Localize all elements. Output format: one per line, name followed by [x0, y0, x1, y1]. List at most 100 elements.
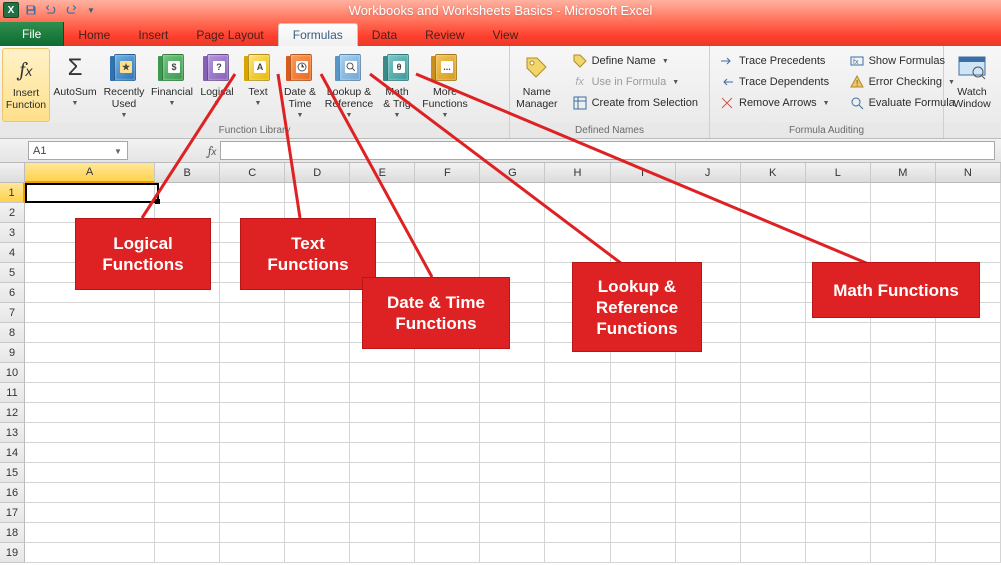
cell[interactable]: [415, 183, 480, 203]
cell[interactable]: [611, 383, 676, 403]
cell[interactable]: [936, 443, 1001, 463]
cell[interactable]: [741, 443, 806, 463]
cell[interactable]: [611, 323, 676, 343]
create-from-selection-item[interactable]: Create from Selection: [569, 94, 701, 112]
cell[interactable]: [480, 363, 545, 383]
cell[interactable]: [480, 483, 545, 503]
cell[interactable]: [285, 303, 350, 323]
cell[interactable]: [676, 263, 741, 283]
cell[interactable]: [741, 483, 806, 503]
cell[interactable]: [285, 263, 350, 283]
cell[interactable]: [480, 263, 545, 283]
cell[interactable]: [480, 463, 545, 483]
cell[interactable]: [741, 403, 806, 423]
cell[interactable]: [611, 343, 676, 363]
cell[interactable]: [155, 283, 220, 303]
cell[interactable]: [25, 223, 155, 243]
column-header[interactable]: E: [350, 163, 415, 183]
cell[interactable]: [25, 503, 155, 523]
cell[interactable]: [350, 223, 415, 243]
cell[interactable]: [806, 503, 871, 523]
cell[interactable]: [415, 363, 480, 383]
cell[interactable]: [871, 483, 936, 503]
column-header[interactable]: J: [676, 163, 741, 183]
cell[interactable]: [741, 283, 806, 303]
logical-button[interactable]: ? Logical ▼: [196, 48, 238, 122]
qat-customize-icon[interactable]: ▼: [83, 2, 99, 18]
cell[interactable]: [545, 363, 610, 383]
cell[interactable]: [25, 183, 155, 203]
cell[interactable]: [741, 543, 806, 563]
recently-used-button[interactable]: ★ Recently Used ▼: [100, 48, 148, 122]
cell[interactable]: [806, 323, 871, 343]
cell[interactable]: [220, 263, 285, 283]
cell[interactable]: [155, 303, 220, 323]
cell[interactable]: [545, 243, 610, 263]
cell[interactable]: [676, 443, 741, 463]
cell[interactable]: [415, 483, 480, 503]
cell[interactable]: [611, 503, 676, 523]
cell[interactable]: [285, 423, 350, 443]
cell[interactable]: [25, 523, 155, 543]
cell[interactable]: [155, 503, 220, 523]
cell[interactable]: [676, 343, 741, 363]
cell[interactable]: [545, 543, 610, 563]
cell[interactable]: [285, 203, 350, 223]
column-header[interactable]: M: [871, 163, 936, 183]
cell[interactable]: [806, 303, 871, 323]
cell[interactable]: [480, 423, 545, 443]
cell[interactable]: [415, 343, 480, 363]
cell[interactable]: [611, 243, 676, 263]
cell[interactable]: [220, 243, 285, 263]
cell[interactable]: [806, 363, 871, 383]
cell[interactable]: [611, 303, 676, 323]
cell[interactable]: [415, 203, 480, 223]
cell[interactable]: [806, 543, 871, 563]
cell[interactable]: [806, 483, 871, 503]
cell[interactable]: [741, 463, 806, 483]
cell[interactable]: [936, 203, 1001, 223]
cell[interactable]: [220, 443, 285, 463]
cell[interactable]: [676, 303, 741, 323]
cell[interactable]: [676, 383, 741, 403]
cell[interactable]: [220, 203, 285, 223]
cell[interactable]: [220, 223, 285, 243]
cell[interactable]: [415, 323, 480, 343]
cell[interactable]: [936, 463, 1001, 483]
cell[interactable]: [806, 403, 871, 423]
cell[interactable]: [350, 203, 415, 223]
cell[interactable]: [285, 483, 350, 503]
cell[interactable]: [25, 283, 155, 303]
cell[interactable]: [155, 323, 220, 343]
cell[interactable]: [155, 223, 220, 243]
cell[interactable]: [25, 263, 155, 283]
row-header[interactable]: 6: [0, 283, 25, 303]
column-header[interactable]: D: [285, 163, 350, 183]
cell[interactable]: [871, 343, 936, 363]
cells-area[interactable]: [25, 183, 1001, 563]
cell[interactable]: [415, 383, 480, 403]
insert-function-button[interactable]: fx Insert Function: [2, 48, 50, 122]
cell[interactable]: [350, 523, 415, 543]
cell[interactable]: [350, 383, 415, 403]
lookup-reference-button[interactable]: Lookup & Reference ▼: [323, 48, 375, 122]
cell[interactable]: [676, 403, 741, 423]
column-header[interactable]: H: [545, 163, 610, 183]
cell[interactable]: [806, 423, 871, 443]
cell[interactable]: [936, 403, 1001, 423]
cell[interactable]: [676, 183, 741, 203]
cell[interactable]: [285, 503, 350, 523]
cell[interactable]: [741, 303, 806, 323]
cell[interactable]: [155, 263, 220, 283]
tab-formulas[interactable]: Formulas: [278, 23, 358, 46]
cell[interactable]: [285, 223, 350, 243]
tab-page-layout[interactable]: Page Layout: [182, 24, 277, 46]
cell[interactable]: [741, 383, 806, 403]
cell[interactable]: [350, 443, 415, 463]
show-formulas-item[interactable]: fxShow Formulas: [846, 52, 958, 70]
cell[interactable]: [480, 303, 545, 323]
cell[interactable]: [871, 523, 936, 543]
cell[interactable]: [480, 403, 545, 423]
cell[interactable]: [611, 483, 676, 503]
cell[interactable]: [480, 323, 545, 343]
